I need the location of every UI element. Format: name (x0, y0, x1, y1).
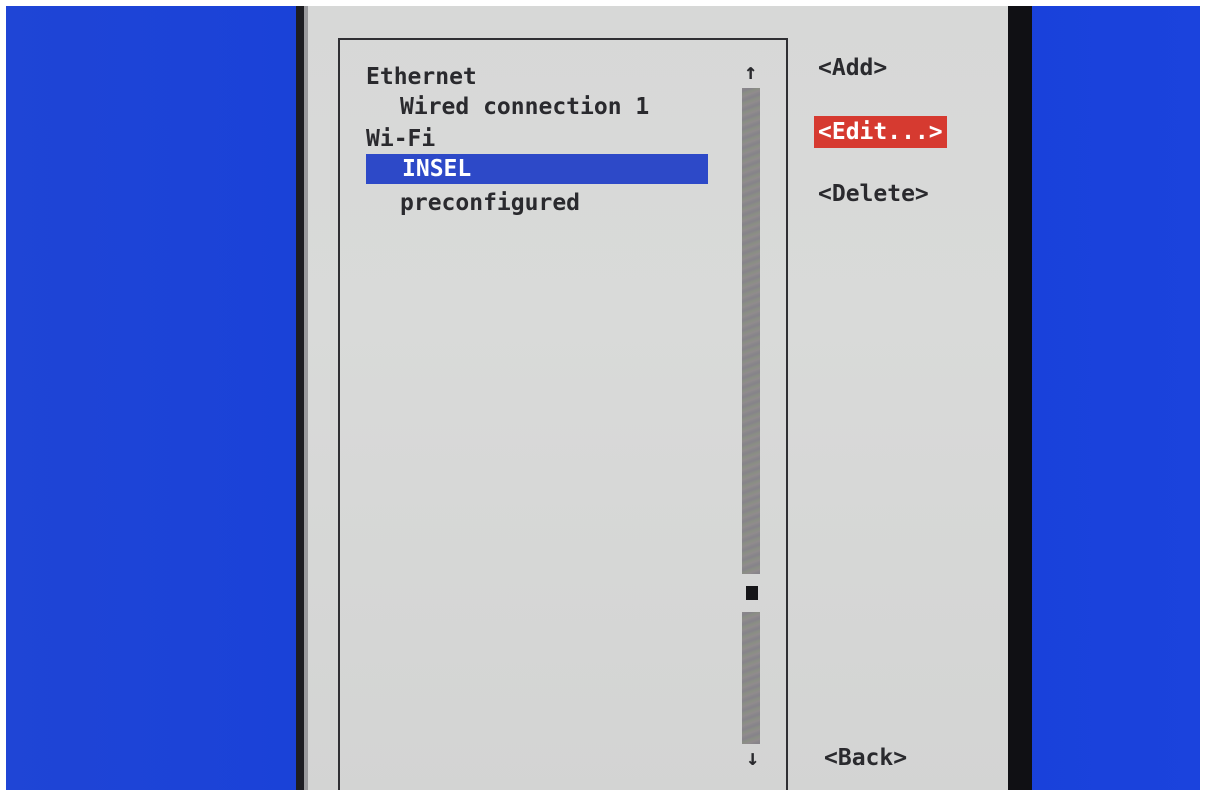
list-group-ethernet[interactable]: Ethernet (366, 62, 477, 92)
list-item-insel[interactable]: INSEL (366, 154, 708, 184)
add-button[interactable]: <Add> (814, 52, 891, 84)
scrollbar-track-lower[interactable] (742, 612, 760, 744)
delete-button[interactable]: <Delete> (814, 178, 933, 210)
arrow-up-icon[interactable]: ↑ (744, 62, 757, 84)
connection-list[interactable]: Ethernet Wired connection 1 Wi-Fi INSEL … (338, 38, 788, 790)
scrollbar-thumb[interactable] (746, 586, 758, 600)
edit-button[interactable]: <Edit...> (814, 116, 947, 148)
terminal-screen: Ethernet Wired connection 1 Wi-Fi INSEL … (6, 6, 1200, 790)
back-button[interactable]: <Back> (820, 742, 911, 774)
list-group-wifi[interactable]: Wi-Fi (366, 124, 435, 154)
connection-dialog: Ethernet Wired connection 1 Wi-Fi INSEL … (296, 6, 1008, 790)
list-item-wired-connection-1[interactable]: Wired connection 1 (400, 92, 649, 122)
arrow-down-icon[interactable]: ↓ (746, 748, 759, 770)
dialog-shadow (1008, 6, 1032, 790)
scrollbar-track-upper[interactable] (742, 88, 760, 574)
list-item-preconfigured[interactable]: preconfigured (400, 188, 580, 218)
